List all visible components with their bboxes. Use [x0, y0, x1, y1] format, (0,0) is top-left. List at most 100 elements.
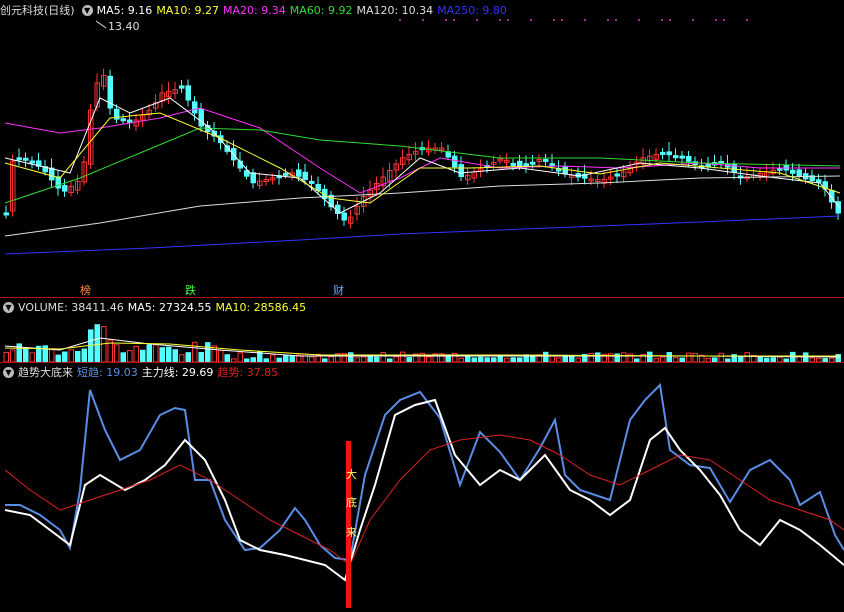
volume-bar: [192, 341, 198, 362]
volume-bar: [179, 354, 185, 362]
stock-title[interactable]: 创元科技(日线): [0, 2, 75, 18]
volume-ma10: MA10: 28586.45: [215, 300, 307, 314]
candle-body: [296, 169, 302, 177]
high-pointer-line: [95, 20, 107, 29]
marker-dot: [553, 19, 555, 21]
event-marker-bang[interactable]: 榜: [80, 282, 91, 298]
candle-body: [458, 164, 464, 178]
candle-body: [120, 118, 126, 122]
volume-bar: [172, 349, 178, 362]
marker-dot: [584, 19, 586, 21]
candle-body: [686, 155, 692, 162]
volume-bar: [140, 349, 146, 362]
candle-body: [127, 119, 133, 123]
indicator-title[interactable]: 趋势大底来: [18, 364, 73, 380]
marker-dot: [615, 19, 617, 21]
marker-dot: [607, 19, 609, 21]
volume-bar: [205, 342, 211, 362]
marker-dot: [692, 19, 694, 21]
volume-bar: [224, 354, 230, 362]
candle-body: [309, 180, 315, 184]
candle-body: [452, 155, 458, 168]
candle-body: [179, 85, 185, 89]
candle-body: [341, 212, 347, 221]
volume-bar: [198, 352, 204, 362]
candle-body: [198, 108, 204, 127]
candle-body: [192, 101, 198, 114]
candle-body: [796, 169, 802, 178]
candle-body: [49, 167, 55, 181]
volume-ma5-line: [4, 337, 841, 358]
volume-bar: [543, 351, 549, 362]
volume-bar: [790, 351, 796, 362]
volume-bar: [81, 348, 87, 362]
high-price-label: 13.40: [108, 20, 140, 33]
candle-body: [614, 173, 620, 177]
signal-text-di: 底: [346, 496, 357, 509]
candle-body: [510, 162, 516, 166]
marker-dot: [561, 19, 563, 21]
candle-body: [562, 166, 568, 175]
volume-bar: [647, 351, 653, 362]
candle-body: [556, 168, 562, 172]
volume-bar: [692, 352, 698, 362]
candle-body: [302, 171, 308, 180]
volume-bar: [666, 352, 672, 362]
volume-bar: [218, 349, 224, 362]
marker-dot: [638, 19, 640, 21]
ma60-label: MA60: 9.92: [289, 3, 353, 17]
ma120-line: [4, 175, 841, 237]
chevron-down-icon[interactable]: ▼: [81, 4, 93, 16]
signal-text-da: 大: [346, 468, 357, 481]
candle-body: [673, 155, 679, 159]
candle-body: [16, 157, 22, 161]
volume-bar: [153, 344, 159, 362]
candle-body: [283, 172, 289, 176]
volume-bar: [400, 351, 406, 362]
main-force-line: [4, 398, 844, 582]
volume-bar: [237, 352, 243, 362]
volume-bar: [23, 348, 29, 362]
volume-bar: [270, 354, 276, 362]
candle-body: [549, 163, 555, 167]
volume-bar: [803, 352, 809, 362]
volume-bar: [68, 349, 74, 362]
volume-bar: [348, 352, 354, 362]
volume-bar: [127, 350, 133, 362]
main-chart-header: 创元科技(日线) ▼ MA5: 9.16 MA10: 9.27 MA20: 9.…: [0, 1, 507, 19]
volume-bar: [718, 352, 724, 362]
volume-chart[interactable]: [0, 316, 844, 362]
indicator-chart[interactable]: [0, 380, 844, 612]
volume-bar: [3, 351, 9, 362]
volume-bar: [166, 346, 172, 362]
marker-dot: [746, 19, 748, 21]
candle-body: [660, 151, 666, 155]
candlestick-chart[interactable]: [0, 18, 844, 298]
candle-body: [55, 176, 61, 189]
candle-body: [29, 160, 35, 164]
marker-dot: [530, 19, 532, 21]
volume-bar: [146, 344, 152, 362]
chevron-down-icon[interactable]: ▼: [3, 366, 14, 378]
ma10-label: MA10: 9.27: [156, 3, 220, 17]
event-marker-die[interactable]: 跌: [185, 282, 196, 298]
volume-bar: [185, 352, 191, 362]
marker-dot: [507, 19, 509, 21]
candle-body: [3, 212, 9, 216]
candle-body: [530, 161, 536, 165]
short-trend-line: [5, 382, 844, 562]
marker-dot: [445, 19, 447, 21]
volume-bar: [686, 352, 692, 362]
volume-bar: [133, 345, 139, 362]
volume-value: VOLUME: 38411.46: [18, 300, 124, 314]
event-marker-cai[interactable]: 财: [333, 282, 344, 298]
marker-dot: [723, 19, 725, 21]
volume-bar: [744, 352, 750, 362]
marker-dot: [399, 19, 401, 21]
volume-bar: [120, 352, 126, 362]
chevron-down-icon[interactable]: ▼: [3, 301, 14, 313]
candle-body: [816, 179, 822, 183]
marker-dot: [661, 19, 663, 21]
volume-bar: [302, 353, 308, 362]
candle-body: [23, 157, 29, 161]
